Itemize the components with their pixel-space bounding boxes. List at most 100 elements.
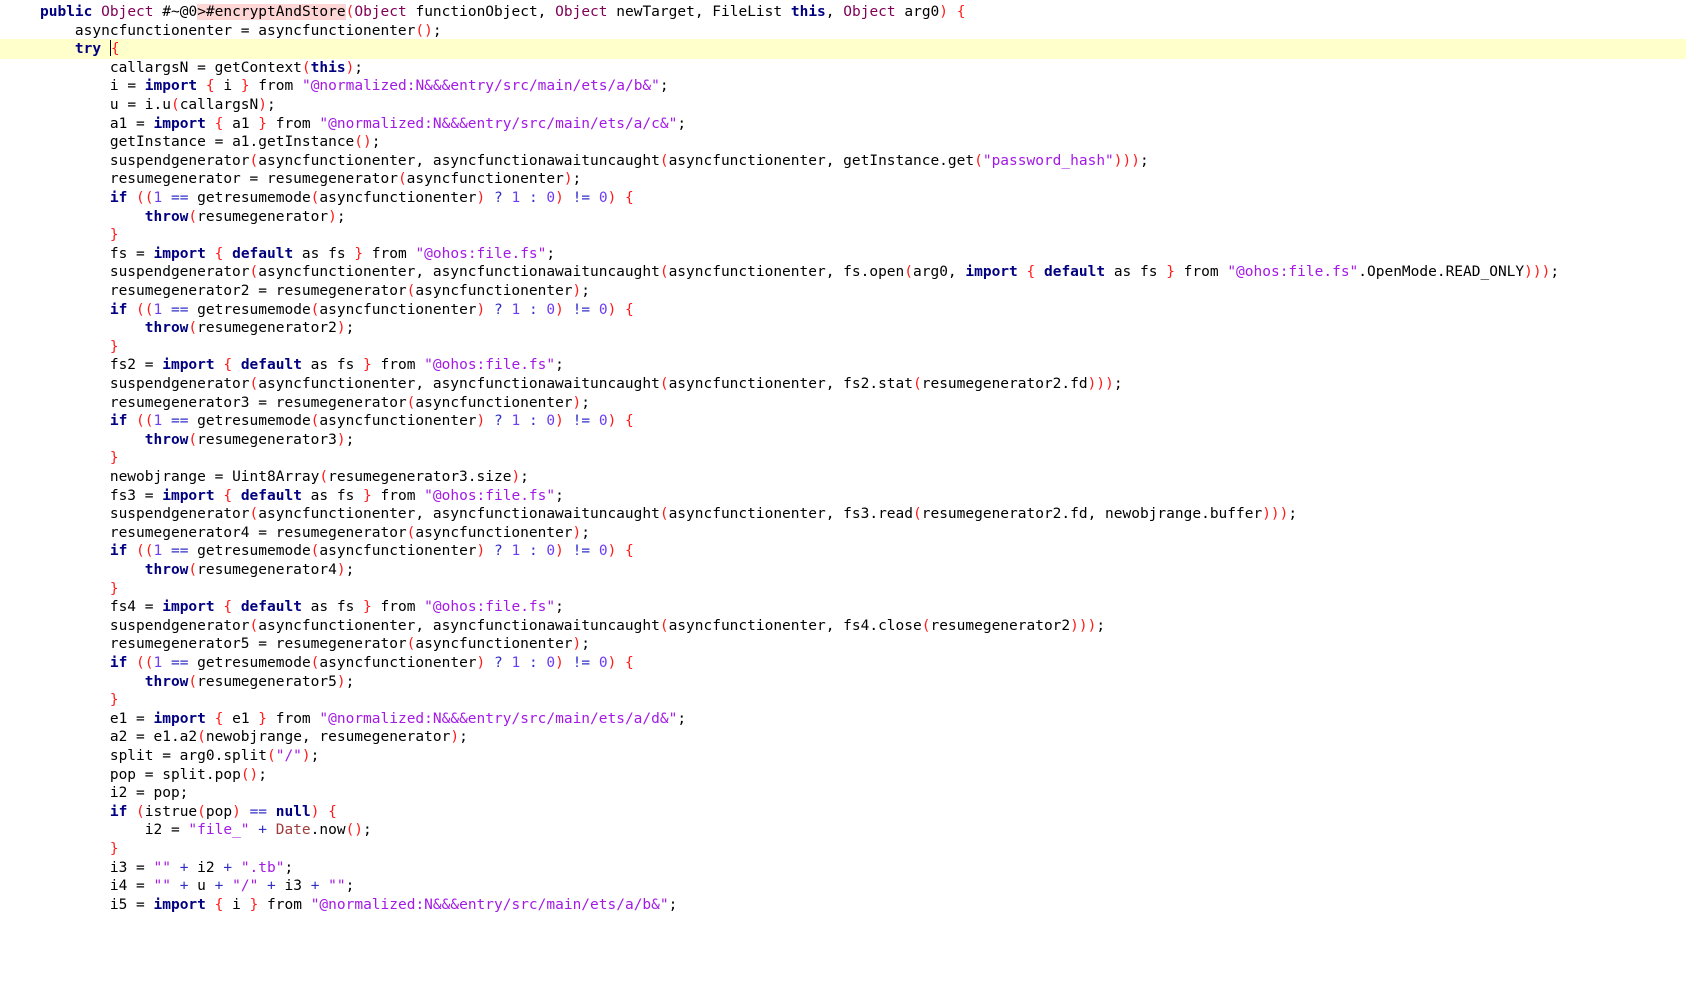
code-line[interactable]: getInstance = a1.getInstance(); [0, 132, 1686, 152]
code-token: import [153, 245, 206, 262]
code-line[interactable]: i = import { i } from "@normalized:N&&&e… [0, 76, 1686, 96]
code-token: ( [197, 729, 206, 746]
code-line[interactable]: asyncfunctionenter = asyncfunctionenter(… [0, 21, 1686, 41]
code-token: asyncfunctionenter, fs2.stat [668, 376, 913, 392]
code-token: asyncfunctionenter [319, 543, 477, 560]
code-line[interactable]: suspendgenerator(asyncfunctionenter, asy… [0, 504, 1686, 524]
code-token: ) [345, 59, 355, 76]
code-token: fs [40, 245, 137, 262]
code-line[interactable]: throw(resumegenerator); [0, 207, 1686, 227]
code-token: ; [677, 710, 687, 727]
code-token: ? [494, 301, 503, 318]
code-line[interactable]: i2 = "file_" + Date.now(); [0, 820, 1686, 840]
code-line[interactable]: a2 = e1.a2(newobjrange, resumegenerator)… [0, 727, 1686, 747]
code-token: ) [939, 4, 949, 20]
code-token: = [258, 394, 267, 411]
code-token: ? [494, 655, 503, 671]
code-token: i4 [40, 878, 137, 895]
code-line[interactable]: a1 = import { a1 } from "@normalized:N&&… [0, 114, 1686, 134]
code-editor[interactable]: public Object #~@0>#encryptAndStore (Obje… [0, 0, 1686, 986]
code-line[interactable]: } [0, 337, 1686, 357]
code-token: resumegenerator [266, 636, 407, 653]
code-line[interactable]: suspendgenerator(asyncfunctionenter, asy… [0, 616, 1686, 636]
code-token: = [136, 729, 145, 746]
code-token: a1 [40, 115, 137, 132]
code-line[interactable]: suspendgenerator(asyncfunctionenter, asy… [0, 262, 1686, 282]
code-token: default [240, 487, 302, 504]
code-token: getInstance [40, 134, 215, 151]
code-token: resumegenerator3 [197, 431, 337, 448]
code-line[interactable]: fs4 = import { default as fs } from "@oh… [0, 597, 1686, 617]
code-line[interactable]: resumegenerator5 = resumegenerator(async… [0, 634, 1686, 654]
code-token: asyncfunctionenter, fs.open [668, 264, 905, 281]
code-token: resumegenerator2 [40, 283, 259, 299]
code-token: ) [555, 301, 564, 318]
code-text: throw(resumegenerator3); [40, 430, 355, 450]
code-line[interactable]: fs2 = import { default as fs } from "@oh… [0, 355, 1686, 375]
code-token: { [1026, 264, 1036, 281]
code-token: Uint8Array [223, 469, 320, 485]
code-token: asyncfunctionenter, asyncfunctionawaitun… [258, 152, 660, 169]
code-line[interactable]: pop = split.pop(); [0, 765, 1686, 785]
code-line[interactable]: i2 = pop; [0, 783, 1686, 803]
code-token: "@ohos:file.fs" [415, 245, 547, 262]
code-line[interactable]: resumegenerator2 = resumegenerator(async… [0, 281, 1686, 301]
code-line[interactable]: if ((1 == getresumemode(asyncfunctionent… [0, 653, 1686, 673]
code-line[interactable]: throw(resumegenerator4); [0, 560, 1686, 580]
code-line[interactable]: throw(resumegenerator2); [0, 318, 1686, 338]
code-token: ; [659, 78, 669, 95]
code-line[interactable]: callargsN = getContext(this); [0, 58, 1686, 78]
code-line[interactable]: i5 = import { i } from "@normalized:N&&&… [0, 895, 1686, 915]
code-line[interactable]: suspendgenerator(asyncfunctionenter, asy… [0, 374, 1686, 394]
code-line[interactable]: } [0, 225, 1686, 245]
code-line[interactable]: resumegenerator4 = resumegenerator(async… [0, 523, 1686, 543]
code-line[interactable]: newobjrange = Uint8Array(resumegenerator… [0, 467, 1686, 487]
code-text: resumegenerator4 = resumegenerator(async… [40, 523, 590, 543]
code-line[interactable]: if ((1 == getresumemode(asyncfunctionent… [0, 411, 1686, 431]
code-line[interactable]: i4 = "" + u + "/" + i3 + ""; [0, 876, 1686, 896]
code-line[interactable]: resumegenerator3 = resumegenerator(async… [0, 393, 1686, 413]
code-line[interactable]: try { [0, 39, 1686, 60]
code-line[interactable]: if ((1 == getresumemode(asyncfunctionent… [0, 188, 1686, 208]
code-line[interactable]: fs3 = import { default as fs } from "@oh… [0, 486, 1686, 506]
code-token: ( [913, 506, 922, 523]
code-line[interactable]: throw(resumegenerator3); [0, 430, 1686, 450]
code-line[interactable]: } [0, 579, 1686, 599]
code-line[interactable]: split = arg0.split("/"); [0, 746, 1686, 766]
code-token: 1 [511, 413, 521, 430]
code-line[interactable]: resumegenerator = resumegenerator(asyncf… [0, 169, 1686, 189]
code-token: } [354, 245, 364, 262]
code-line[interactable]: } [0, 690, 1686, 710]
code-token: ) [328, 208, 337, 225]
code-line[interactable]: if ((1 == getresumemode(asyncfunctionent… [0, 541, 1686, 561]
code-line[interactable]: if (istrue(pop) == null) { [0, 802, 1686, 822]
code-token: asyncfunctionenter [406, 171, 564, 188]
code-token: } [109, 580, 119, 597]
code-token: 1 [511, 190, 521, 206]
code-line[interactable]: suspendgenerator(asyncfunctionenter, asy… [0, 151, 1686, 171]
code-token: ; [345, 320, 355, 337]
code-text: pop = split.pop(); [40, 765, 267, 785]
code-line[interactable]: public Object #~@0>#encryptAndStore(Obje… [0, 2, 1686, 22]
code-line[interactable]: } [0, 448, 1686, 468]
code-line[interactable]: if ((1 == getresumemode(asyncfunctionent… [0, 300, 1686, 320]
code-line[interactable]: i3 = "" + i2 + ".tb"; [0, 858, 1686, 878]
code-token: arg0.split [170, 748, 267, 764]
code-line[interactable]: throw(resumegenerator5); [0, 672, 1686, 692]
code-text: if (istrue(pop) == null) { [40, 802, 337, 822]
code-line[interactable]: fs = import { default as fs } from "@oho… [0, 244, 1686, 264]
code-token: pop [40, 766, 145, 783]
code-line[interactable]: u = i.u(callargsN); [0, 95, 1686, 115]
code-line[interactable]: e1 = import { e1 } from "@normalized:N&&… [0, 709, 1686, 729]
code-line[interactable]: } [0, 839, 1686, 859]
